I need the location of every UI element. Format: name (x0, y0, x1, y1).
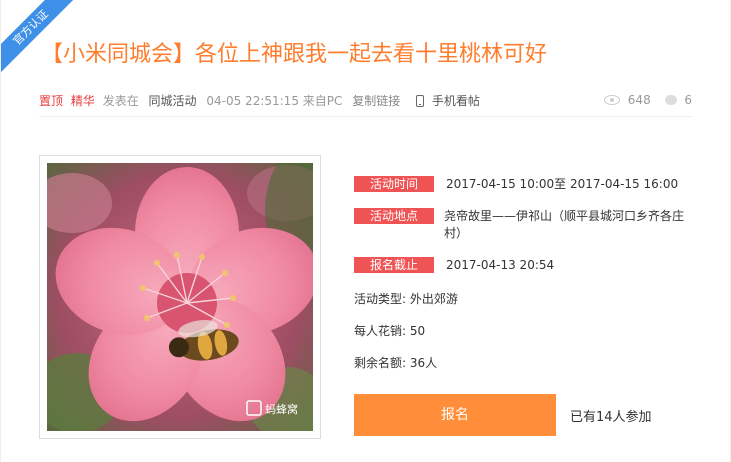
peach-blossom-bee-image: 蚂蜂窝 (47, 163, 313, 431)
post-meta: 置顶 精华 发表在 同城活动 04-05 22:51:15 来自PC 复制链接 … (39, 92, 694, 110)
activity-type: 活动类型: 外出郊游 (354, 292, 458, 306)
post-card: 官方认证 【小米同城会】各位上神跟我一起去看十里桃林可好 置顶 精华 发表在 同… (0, 0, 731, 462)
divider (39, 116, 692, 117)
post-stats: 648 6 (603, 92, 692, 107)
activity-place-tag: 活动地点 (354, 208, 434, 224)
activity-place-row: 活动地点 尧帝故里——伊祁山（顺平县城河口乡齐各庄村） (354, 208, 689, 242)
activity-time-tag: 活动时间 (354, 176, 434, 192)
pinned-tag: 置顶 (39, 94, 64, 108)
comment-icon (664, 94, 677, 105)
activity-cost: 每人花销: 50 (354, 324, 426, 338)
signup-deadline-row: 报名截止 2017-04-13 20:54 (354, 257, 554, 273)
joined-count: 已有14人参加 (570, 410, 652, 425)
image-watermark: 蚂蜂窝 (265, 402, 298, 416)
copy-link-button[interactable]: 复制链接 (352, 92, 400, 109)
activity-time-value: 2017-04-15 10:00至 2017-04-15 16:00 (446, 177, 679, 191)
view-count: 648 (627, 92, 651, 107)
post-source: 来自PC (302, 94, 343, 108)
comment-count: 6 (684, 92, 692, 107)
activity-photo: 蚂蜂窝 (47, 163, 313, 431)
posted-in-label: 发表在 (102, 94, 139, 108)
post-datetime: 04-05 22:51:15 (206, 93, 299, 108)
activity-photo-frame: 蚂蜂窝 (39, 155, 321, 439)
phone-icon (416, 94, 425, 107)
mobile-view-link[interactable]: 手机看帖 (432, 92, 480, 109)
signup-button[interactable]: 报名 (354, 394, 556, 436)
remaining-slots: 剩余名额: 36人 (354, 356, 438, 370)
activity-time-row: 活动时间 2017-04-15 10:00至 2017-04-15 16:00 (354, 176, 678, 192)
essence-tag: 精华 (70, 94, 95, 108)
forum-link[interactable]: 同城活动 (149, 92, 197, 109)
eye-icon (603, 94, 620, 105)
signup-deadline-value: 2017-04-13 20:54 (446, 258, 555, 272)
post-title: 【小米同城会】各位上神跟我一起去看十里桃林可好 (41, 42, 548, 67)
signup-deadline-tag: 报名截止 (354, 257, 434, 273)
activity-place-value: 尧帝故里——伊祁山（顺平县城河口乡齐各庄村） (444, 209, 685, 240)
